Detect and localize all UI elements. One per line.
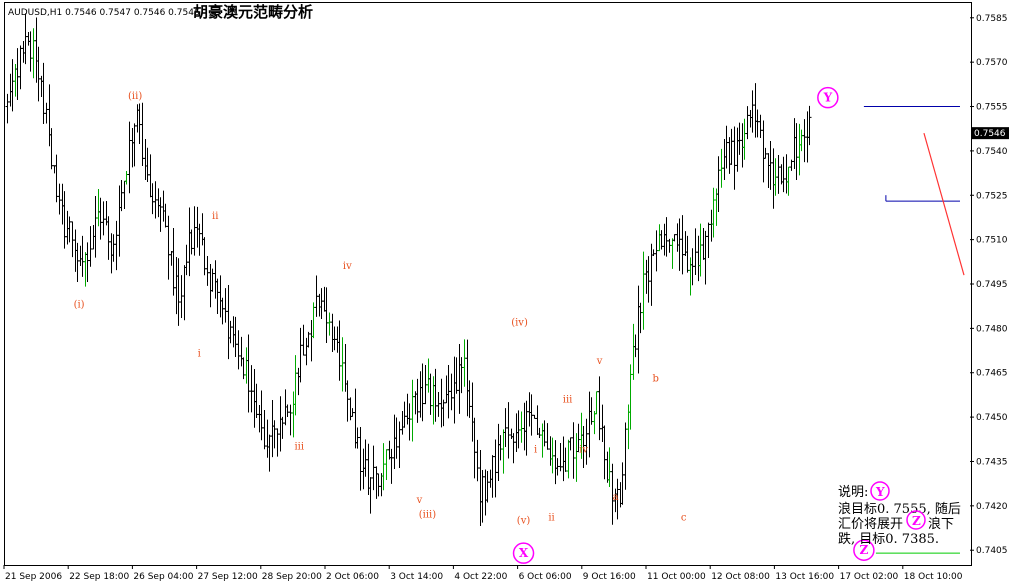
y-tick-label: 0.7480 xyxy=(976,324,1008,334)
x-tick-label: 3 Oct 14:00 xyxy=(390,572,443,582)
note-line-1: 说明: xyxy=(838,485,868,500)
x-tick-label: 2 Oct 06:00 xyxy=(326,572,379,582)
x-tick-label: 26 Sep 04:00 xyxy=(133,572,193,582)
wave-label: a xyxy=(613,492,619,503)
wave-label: (iv) xyxy=(511,317,528,328)
y-tick-label: 0.7510 xyxy=(976,236,1008,246)
x-tick-label: 9 Oct 16:00 xyxy=(583,572,636,582)
note-circle-y-label: Y xyxy=(875,485,885,499)
x-tick-label: 13 Oct 16:00 xyxy=(775,572,834,582)
wave-label: (iii) xyxy=(419,510,436,521)
symbol-line: AUDUSD,H1 0.7546 0.7547 0.7546 0.7546 xyxy=(8,8,200,18)
wave-label: v xyxy=(416,495,423,506)
x-tick-label: 4 Oct 22:00 xyxy=(454,572,507,582)
wave-label: iv xyxy=(579,445,588,456)
x-tick-label: 12 Oct 08:00 xyxy=(711,572,770,582)
y-tick-label: 0.7495 xyxy=(976,280,1008,290)
wave-label: ii xyxy=(212,211,218,222)
wave-label: iii xyxy=(294,442,304,453)
y-tick-label: 0.7465 xyxy=(976,369,1008,379)
y-tick-label: 0.7525 xyxy=(976,191,1008,201)
y-tick-label: 0.7570 xyxy=(976,58,1008,68)
x-tick-label: 18 Oct 10:00 xyxy=(904,572,963,582)
wave-label: i xyxy=(198,348,201,359)
y-tick-label: 0.7405 xyxy=(976,546,1008,556)
x-tick-label: 6 Oct 06:00 xyxy=(519,572,572,582)
y-tick-label: 0.7420 xyxy=(976,502,1008,512)
note-line-3: 汇价将展开 xyxy=(838,517,903,532)
x-tick-label: 27 Sep 12:00 xyxy=(198,572,258,582)
wave-label: (ii) xyxy=(128,91,142,102)
x-tick-label: 21 Sep 2006 xyxy=(5,572,62,582)
chart-title: 胡豪澳元范畴分析 xyxy=(193,3,313,21)
current-price-label: 0.7546 xyxy=(974,129,1006,139)
x-tick-label: 17 Oct 02:00 xyxy=(840,572,899,582)
price-chart: AUDUSD,H1 0.7546 0.7547 0.7546 0.7546 胡豪… xyxy=(0,0,1024,587)
wave-label: c xyxy=(681,513,687,524)
wave-label: (v) xyxy=(517,516,531,527)
x-tick-label: 22 Sep 18:00 xyxy=(69,572,129,582)
note-line-2: 浪目标0. 7555, 随后 xyxy=(838,502,961,517)
y-tick-label: 0.7555 xyxy=(976,103,1008,113)
wave-circle-label: X xyxy=(519,546,529,560)
note-circle-z-label: Z xyxy=(912,514,921,528)
wave-label: (i) xyxy=(74,300,85,311)
x-tick-label: 28 Sep 20:00 xyxy=(262,572,322,582)
wave-label: ii xyxy=(548,513,554,524)
y-tick-label: 0.7450 xyxy=(976,413,1008,423)
wave-circle-label: Y xyxy=(823,91,833,105)
note-line-3b: 浪下 xyxy=(928,517,954,532)
y-tick-label: 0.7585 xyxy=(976,14,1008,24)
wave-label: iv xyxy=(343,261,352,272)
note-line-4: 跌, 目标0. 7385. xyxy=(838,531,939,547)
wave-label: iii xyxy=(563,394,573,405)
y-tick-label: 0.7435 xyxy=(976,457,1008,467)
wave-label: b xyxy=(652,374,658,385)
x-tick-label: 11 Oct 00:00 xyxy=(647,572,706,582)
wave-label: v xyxy=(596,356,603,367)
y-tick-label: 0.7540 xyxy=(976,147,1008,157)
wave-label: i xyxy=(534,445,537,456)
